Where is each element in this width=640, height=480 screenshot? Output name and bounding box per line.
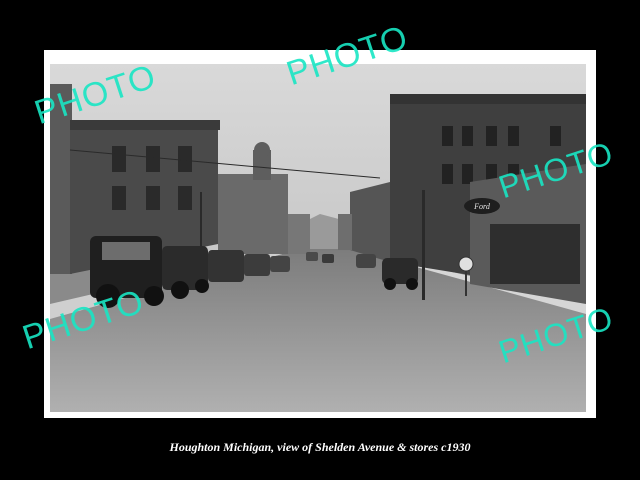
svg-text:Ford: Ford [473, 202, 491, 211]
light-pole [422, 190, 425, 300]
photo-caption: Houghton Michigan, view of Shelden Avenu… [169, 440, 471, 454]
building-center-tower [218, 174, 288, 254]
